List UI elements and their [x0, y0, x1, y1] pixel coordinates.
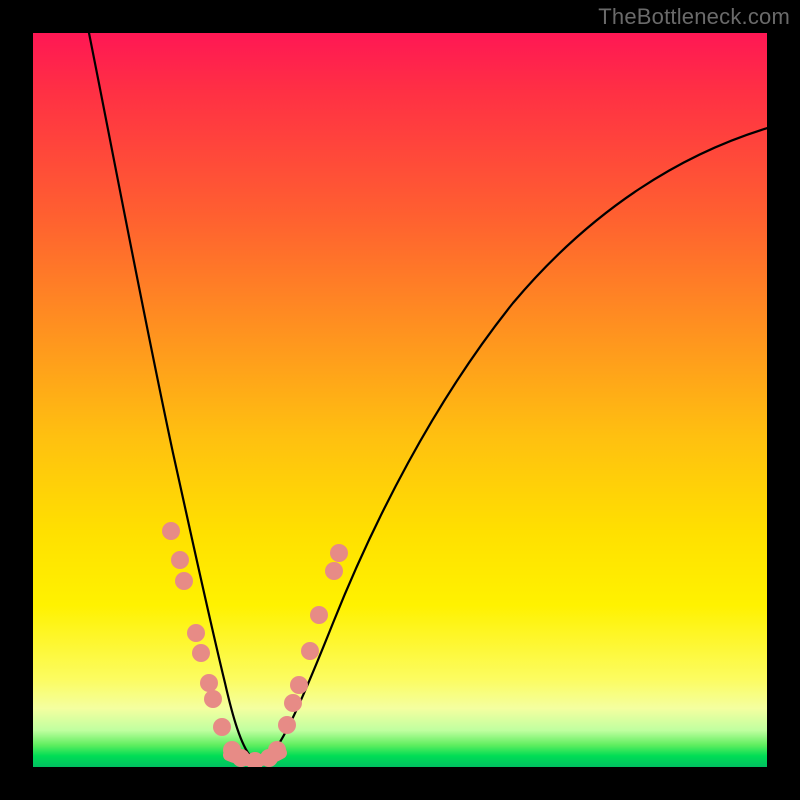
left-curve [88, 33, 251, 757]
data-dot [301, 642, 319, 660]
data-dot [200, 674, 218, 692]
data-dot [192, 644, 210, 662]
plot-area [33, 33, 767, 767]
data-dot [284, 694, 302, 712]
data-dot [187, 624, 205, 642]
right-curve [269, 127, 767, 757]
watermark-text: TheBottleneck.com [598, 4, 790, 30]
dot-group-bottom [223, 741, 286, 767]
data-dot [290, 676, 308, 694]
data-dot [325, 562, 343, 580]
data-dot [268, 741, 286, 759]
data-dot [310, 606, 328, 624]
curve-layer [33, 33, 767, 767]
data-dot [162, 522, 180, 540]
data-dot [171, 551, 189, 569]
chart-container: TheBottleneck.com [0, 0, 800, 800]
data-dot [213, 718, 231, 736]
data-dot [175, 572, 193, 590]
dot-group-right [278, 544, 348, 734]
data-dot [204, 690, 222, 708]
data-dot [278, 716, 296, 734]
data-dot [330, 544, 348, 562]
